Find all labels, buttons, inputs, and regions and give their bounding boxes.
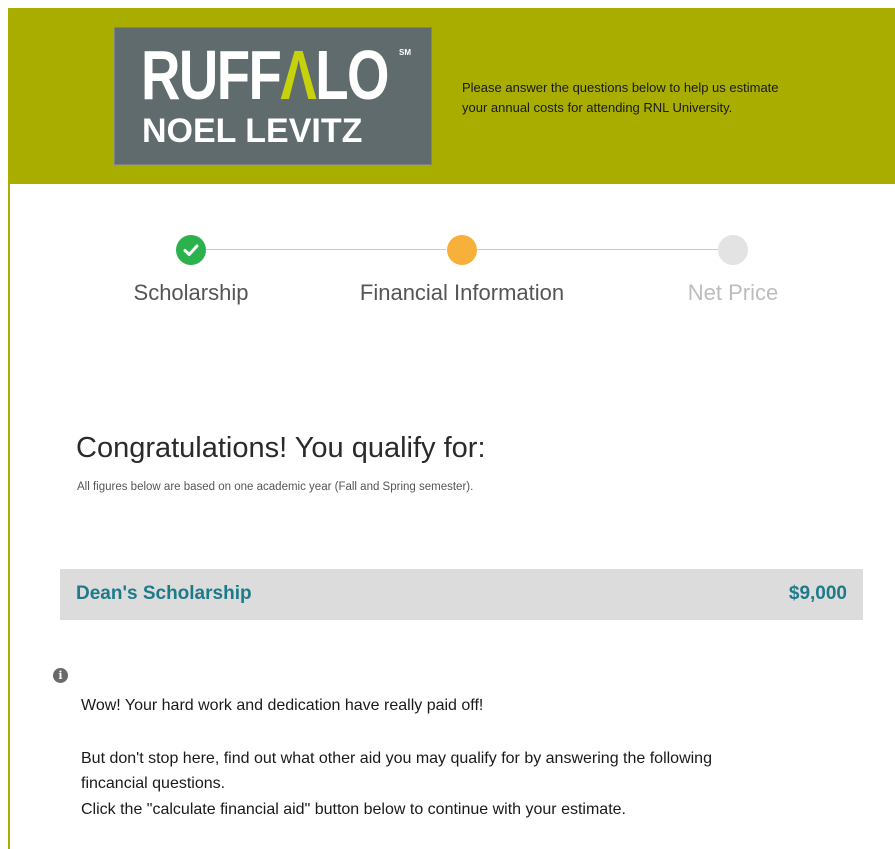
award-name: Dean's Scholarship bbox=[76, 583, 252, 604]
page-title: Congratulations! You qualify for: bbox=[76, 432, 486, 464]
message-line-4: Click the "calculate financial aid" butt… bbox=[81, 801, 626, 818]
info-icon[interactable]: i bbox=[53, 668, 68, 683]
stepper-connector-1 bbox=[204, 249, 446, 250]
top-border bbox=[0, 0, 895, 8]
scholarship-award-row: Dean's Scholarship $9,000 bbox=[60, 569, 863, 620]
step-net-price-indicator bbox=[718, 235, 748, 265]
step-label-financial-information: Financial Information bbox=[359, 280, 565, 305]
intro-line-1: Please answer the questions below to hel… bbox=[462, 80, 779, 95]
stepper-connector-2 bbox=[477, 249, 719, 250]
header-intro-text: Please answer the questions below to hel… bbox=[462, 78, 842, 118]
step-scholarship-indicator bbox=[176, 235, 206, 265]
header: RUFFΛLO SM NOEL LEVITZ Please answer the… bbox=[8, 8, 895, 184]
intro-line-2: your annual costs for attending RNL Univ… bbox=[462, 100, 733, 115]
message-line-3: fincancial questions. bbox=[81, 775, 226, 792]
logo-wordmark-top: RUFFΛLO bbox=[141, 36, 389, 114]
page: RUFFΛLO SM NOEL LEVITZ Please answer the… bbox=[0, 0, 895, 849]
academic-year-note: All figures below are based on one acade… bbox=[77, 481, 474, 493]
check-icon bbox=[183, 244, 199, 256]
message-line-2: But don't stop here, find out what other… bbox=[81, 750, 712, 767]
step-financial-information-indicator bbox=[447, 235, 477, 265]
message-line-1: Wow! Your hard work and dedication have … bbox=[81, 697, 484, 714]
logo-wordmark-bottom: NOEL LEVITZ bbox=[142, 112, 363, 150]
ruffalo-noel-levitz-logo: RUFFΛLO SM NOEL LEVITZ bbox=[114, 27, 432, 165]
logo-service-mark: SM bbox=[399, 48, 411, 57]
step-label-scholarship: Scholarship bbox=[133, 280, 249, 305]
award-amount: $9,000 bbox=[788, 583, 847, 604]
step-label-net-price: Net Price bbox=[687, 280, 779, 305]
